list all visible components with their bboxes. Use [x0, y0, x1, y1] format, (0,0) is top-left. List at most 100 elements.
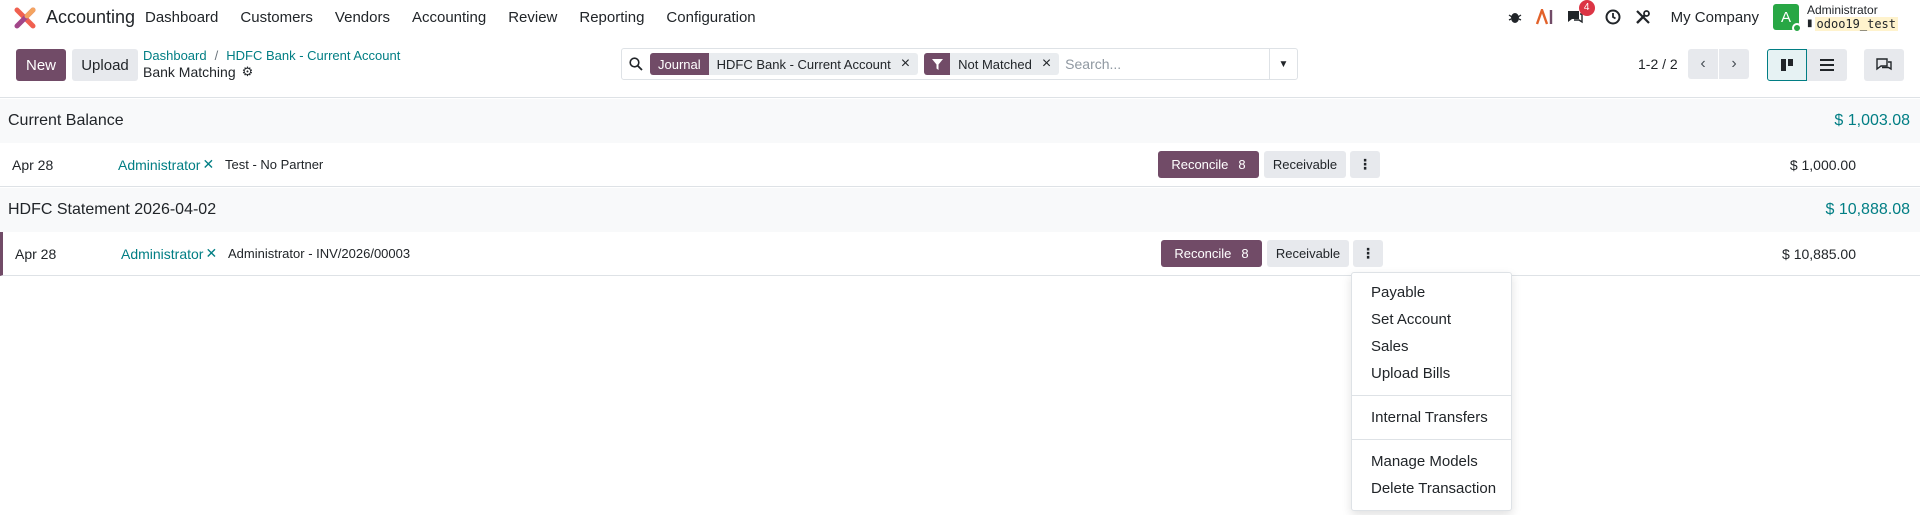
avatar[interactable]: A: [1773, 4, 1802, 33]
row-partner: Administrator ✕: [118, 156, 214, 173]
breadcrumb-journal[interactable]: HDFC Bank - Current Account: [226, 48, 400, 63]
group-amount: $ 10,888.08: [1825, 201, 1910, 218]
chatter-toggle-button[interactable]: [1864, 49, 1904, 81]
database-icon: ▮: [1807, 18, 1813, 29]
user-menu[interactable]: Administrator ▮ odoo19_test: [1807, 3, 1898, 31]
facet-value: HDFC Bank - Current Account: [708, 53, 897, 75]
group-header: HDFC Statement 2026-04-02 $ 10,888.08: [0, 188, 1920, 232]
table-row[interactable]: Apr 28 Administrator ✕ Test - No Partner…: [0, 143, 1920, 187]
facet-journal: Journal HDFC Bank - Current Account ×: [650, 53, 919, 75]
bank-matching-content: Current Balance $ 1,003.08 Apr 28 Admini…: [0, 99, 1920, 515]
group-title: HDFC Statement 2026-04-02: [8, 201, 217, 218]
db-label: ▮ odoo19_test: [1807, 17, 1898, 31]
menu-dashboard[interactable]: Dashboard: [145, 9, 218, 26]
search-bar: Journal HDFC Bank - Current Account × No…: [621, 48, 1298, 80]
bug-icon[interactable]: [1505, 7, 1525, 27]
menu-review[interactable]: Review: [508, 9, 557, 26]
menu-item-payable[interactable]: Payable: [1352, 279, 1511, 306]
close-icon[interactable]: ×: [896, 53, 919, 75]
partner-link[interactable]: Administrator: [121, 246, 203, 262]
reconcile-button[interactable]: Reconcile 8: [1161, 240, 1262, 267]
app-name[interactable]: Accounting: [46, 7, 135, 28]
menu-item-upload-bills[interactable]: Upload Bills: [1352, 360, 1511, 387]
table-row[interactable]: Apr 28 Administrator ✕ Administrator - I…: [0, 232, 1920, 276]
comments-icon: [1876, 58, 1892, 71]
menu-configuration[interactable]: Configuration: [666, 9, 755, 26]
more-options-icon[interactable]: ⋮: [1350, 151, 1380, 178]
menu-item-internal-transfers[interactable]: Internal Transfers: [1352, 404, 1511, 431]
reconcile-label: Reconcile: [1174, 246, 1232, 261]
menu-customers[interactable]: Customers: [240, 9, 313, 26]
page-title-text: Bank Matching: [143, 64, 236, 80]
group-amount: $ 1,003.08: [1834, 112, 1910, 129]
reconcile-count: 8: [1238, 157, 1246, 172]
company-switcher[interactable]: My Company: [1671, 9, 1759, 26]
control-panel: New Upload Dashboard / HDFC Bank - Curre…: [0, 40, 1920, 98]
row-actions-dropdown: Payable Set Account Sales Upload Bills I…: [1351, 272, 1512, 511]
search-input[interactable]: [1065, 51, 1297, 77]
row-amount: $ 1,000.00: [1789, 156, 1856, 173]
facet-filter: Not Matched ×: [924, 53, 1060, 75]
menu-accounting[interactable]: Accounting: [412, 9, 486, 26]
facet-value: Not Matched: [950, 53, 1038, 75]
kanban-icon: [1781, 59, 1793, 71]
more-options-icon[interactable]: ⋮: [1353, 240, 1383, 267]
row-label: Administrator - INV/2026/00003: [228, 246, 411, 261]
row-amount: $ 10,885.00: [1782, 245, 1856, 262]
upload-button[interactable]: Upload: [72, 49, 138, 81]
clock-icon[interactable]: [1603, 7, 1623, 27]
close-icon[interactable]: ×: [1037, 53, 1060, 75]
chat-icon[interactable]: 4: [1565, 0, 1595, 27]
receivable-button[interactable]: Receivable: [1264, 151, 1346, 178]
chevron-left-icon: ‹: [1700, 55, 1706, 72]
reconcile-button[interactable]: Reconcile 8: [1158, 151, 1259, 178]
menu-item-set-account[interactable]: Set Account: [1352, 306, 1511, 333]
close-icon[interactable]: ✕: [205, 245, 217, 262]
page-title: Bank Matching ⚙: [143, 64, 253, 80]
new-button[interactable]: New: [16, 49, 66, 81]
receivable-button[interactable]: Receivable: [1267, 240, 1349, 267]
row-partner: Administrator ✕: [121, 245, 217, 262]
menu-item-delete-transaction[interactable]: Delete Transaction: [1352, 475, 1511, 502]
pager-value[interactable]: 1-2 / 2: [1638, 56, 1678, 72]
user-name: Administrator: [1807, 3, 1878, 17]
breadcrumb-dashboard[interactable]: Dashboard: [143, 48, 207, 63]
partner-link[interactable]: Administrator: [118, 157, 200, 173]
group-header: Current Balance $ 1,003.08: [0, 99, 1920, 143]
row-date: Apr 28: [15, 245, 57, 262]
menu-item-sales[interactable]: Sales: [1352, 333, 1511, 360]
menu-vendors[interactable]: Vendors: [335, 9, 390, 26]
online-status-icon: [1792, 23, 1802, 33]
row-label: Test - No Partner: [225, 157, 324, 172]
gear-icon[interactable]: ⚙: [242, 64, 254, 80]
menu-divider: [1352, 395, 1511, 396]
db-name: odoo19_test: [1814, 17, 1898, 31]
chevron-down-icon[interactable]: ▼: [1269, 49, 1297, 79]
chat-badge: 4: [1578, 0, 1595, 16]
kanban-view-button[interactable]: [1767, 49, 1807, 81]
ai-icon[interactable]: [1535, 7, 1555, 27]
reconcile-label: Reconcile: [1171, 157, 1229, 172]
search-icon[interactable]: [622, 57, 650, 71]
breadcrumb: Dashboard / HDFC Bank - Current Account: [143, 48, 400, 63]
reconcile-count: 8: [1241, 246, 1249, 261]
avatar-letter: A: [1780, 8, 1791, 26]
accounting-logo-icon[interactable]: [14, 7, 36, 29]
group-title: Current Balance: [8, 112, 124, 129]
menu-reporting[interactable]: Reporting: [579, 9, 644, 26]
menu-divider: [1352, 439, 1511, 440]
menu-item-manage-models[interactable]: Manage Models: [1352, 448, 1511, 475]
row-date: Apr 28: [12, 156, 54, 173]
pager-next-button[interactable]: ›: [1719, 49, 1749, 79]
list-view-button[interactable]: [1807, 49, 1847, 81]
filter-icon: [924, 53, 951, 75]
chevron-right-icon: ›: [1731, 55, 1737, 72]
systray: 4 My Company A Administrator ▮ odoo19_te…: [1495, 0, 1920, 34]
close-icon[interactable]: ✕: [202, 156, 214, 173]
tools-icon[interactable]: [1633, 7, 1653, 27]
facet-label: Journal: [650, 53, 709, 75]
breadcrumb-separator: /: [214, 48, 219, 63]
pager-previous-button[interactable]: ‹: [1688, 49, 1718, 79]
main-menu: Dashboard Customers Vendors Accounting R…: [145, 0, 778, 34]
list-icon: [1820, 59, 1834, 71]
